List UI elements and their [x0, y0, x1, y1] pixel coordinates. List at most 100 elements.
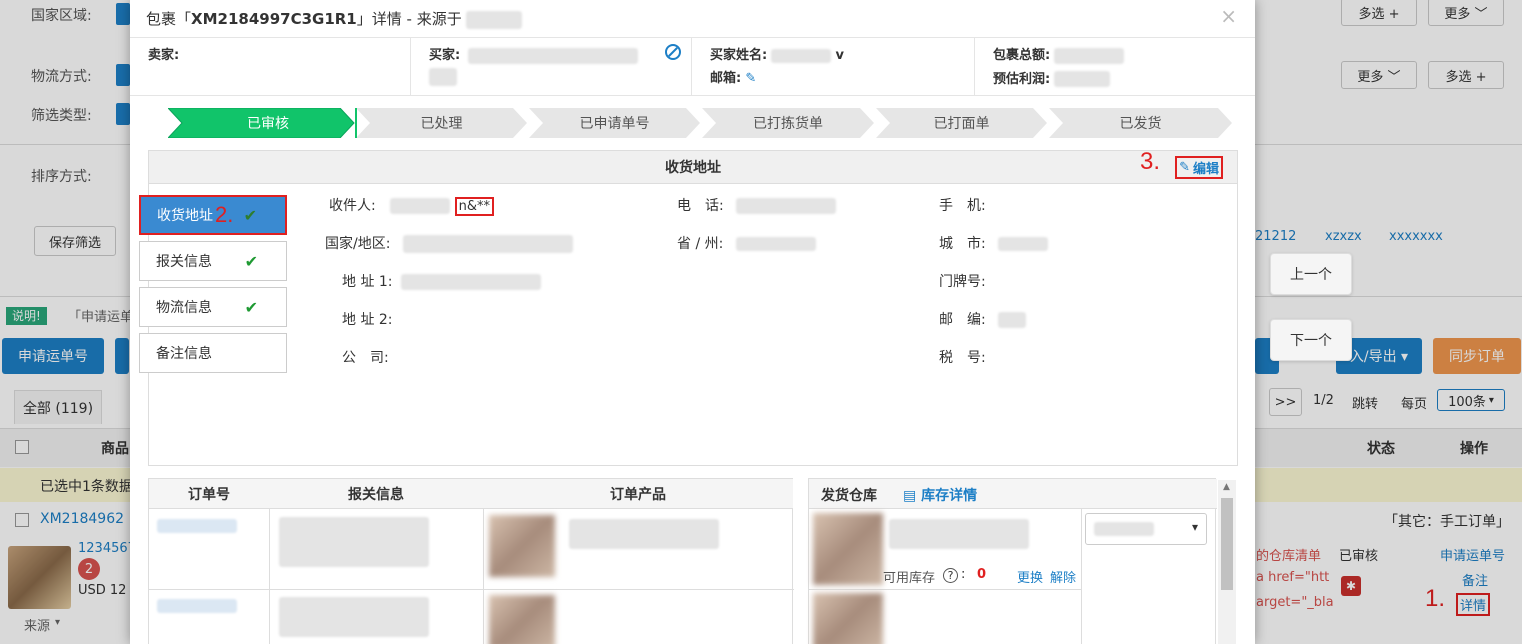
profit-label: 预估利润:	[993, 71, 1051, 87]
warehouse-product-image[interactable]	[813, 513, 883, 585]
annotation-2: 2.	[215, 202, 234, 227]
step-approved: 已审核	[247, 116, 289, 132]
prev-button[interactable]: 上一个	[1270, 253, 1352, 295]
side-tab-label: 备注信息	[156, 346, 212, 362]
address1-field: 地 址 1:	[342, 271, 541, 291]
side-tab-customs[interactable]: 报关信息 ✔	[139, 241, 287, 281]
city-label: 城 市:	[939, 236, 986, 252]
redacted-product	[569, 519, 719, 549]
redacted-customs	[279, 517, 429, 567]
province-field: 省 / 州:	[677, 233, 816, 253]
parcel-id: XM2184997C3G1R1	[191, 10, 357, 28]
warehouse-product-image[interactable]	[813, 593, 883, 644]
parcel-info-row: 卖家: 买家: 买家姓名: v 邮箱: ✎ 包裹总额: 预估利润:	[130, 38, 1255, 96]
orders-table: 订单号 报关信息 订单产品	[148, 478, 794, 644]
step-shipped: 已发货	[1119, 116, 1162, 132]
column-warehouse: 发货仓库	[821, 488, 877, 504]
buyer-cell: 买家:	[411, 38, 692, 95]
col-divider	[269, 509, 270, 644]
modal-title: 包裹「XM2184997C3G1R1」详情 - 来源于	[146, 8, 523, 29]
phone-label: 电 话:	[677, 198, 724, 214]
step-picklist-printed: 已打拣货单	[753, 116, 823, 132]
redacted-buyer	[468, 47, 639, 64]
stock-detail-link[interactable]: ▤ 库存详情	[903, 485, 977, 505]
column-order-id: 订单号	[149, 479, 269, 509]
redacted-warehouse-product	[889, 519, 1029, 549]
door-label: 门牌号:	[939, 274, 986, 290]
seller-label: 卖家:	[148, 48, 180, 63]
address-panel-header: 收货地址 ✎ 编辑	[149, 151, 1237, 184]
redacted-source	[466, 10, 523, 29]
step-waybill-applied: 已申请单号	[579, 116, 650, 132]
warehouse-table: 发货仓库 ▤ 库存详情 可用库存 ? : 0 更换 解除 ▾	[808, 478, 1217, 644]
title-suffix: 」详情 - 来源于	[356, 10, 462, 28]
unbind-link[interactable]: 解除	[1050, 567, 1076, 586]
side-tab-notes[interactable]: 备注信息	[139, 333, 287, 373]
col-divider	[1081, 509, 1082, 644]
close-icon[interactable]: ×	[1220, 4, 1237, 28]
scrollbar-track[interactable]: ▲	[1218, 480, 1236, 644]
buyer-name-tail: v	[835, 48, 844, 63]
city-field: 城 市:	[939, 233, 1049, 253]
zip-label: 邮 编:	[939, 312, 986, 328]
mobile-label: 手 机:	[939, 198, 986, 214]
buyer-label: 买家:	[429, 48, 461, 63]
redacted-total	[1054, 47, 1125, 64]
side-tab-label: 收货地址	[157, 208, 213, 224]
edit-icon[interactable]: ✎	[745, 71, 756, 86]
product-image[interactable]	[489, 595, 555, 644]
row-divider	[809, 589, 1081, 590]
country-label: 国家/地区:	[325, 236, 391, 252]
check-icon: ✔	[243, 205, 257, 225]
company-label: 公 司:	[342, 350, 389, 366]
buyer-name-label: 买家姓名:	[710, 48, 768, 63]
redacted-province	[735, 237, 816, 251]
address2-label: 地 址 2:	[342, 312, 393, 328]
question-icon[interactable]: ?	[943, 568, 958, 583]
chevron-down-icon: ▾	[1191, 520, 1198, 534]
column-order-product: 订单产品	[483, 479, 793, 509]
next-button[interactable]: 下一个	[1270, 319, 1352, 361]
edit-label: 编辑	[1192, 162, 1219, 177]
address1-label: 地 址 1:	[342, 274, 393, 290]
total-label: 包裹总额:	[993, 48, 1051, 63]
redacted-name	[771, 48, 832, 63]
modal-header: 包裹「XM2184997C3G1R1」详情 - 来源于 ×	[130, 0, 1255, 38]
stock-value: 0	[977, 567, 987, 582]
redacted-profit	[1054, 71, 1111, 87]
company-field: 公 司:	[342, 347, 389, 367]
document-icon: ▤	[903, 488, 917, 504]
address2-field: 地 址 2:	[342, 309, 393, 329]
scroll-up-icon[interactable]: ▲	[1223, 482, 1230, 492]
side-tab-shipping-address[interactable]: 收货地址 2. ✔	[139, 195, 287, 235]
warehouse-select[interactable]: ▾	[1085, 513, 1207, 545]
title-prefix: 包裹「	[146, 10, 192, 28]
redacted-phone	[736, 198, 837, 214]
scrollbar-thumb[interactable]	[1221, 498, 1233, 590]
step-label-printed: 已打面单	[933, 116, 990, 132]
recipient-value: n&**	[454, 197, 495, 216]
replace-link[interactable]: 更换	[1017, 567, 1043, 586]
redacted-country	[402, 235, 573, 253]
redacted-zip	[998, 312, 1027, 328]
detail-side-tabs: 收货地址 2. ✔ 报关信息 ✔ 物流信息 ✔ 备注信息	[139, 195, 287, 379]
country-field: 国家/地区:	[325, 233, 573, 253]
redacted-recipient	[390, 198, 451, 214]
tax-label: 税 号:	[939, 350, 986, 366]
redacted-customs	[279, 597, 429, 637]
edit-address-button[interactable]: ✎ 编辑	[1175, 156, 1223, 179]
side-tab-logistics[interactable]: 物流信息 ✔	[139, 287, 287, 327]
redacted-buyer-2	[429, 67, 457, 86]
total-cell: 包裹总额: 预估利润:	[975, 38, 1255, 95]
check-icon: ✔	[244, 297, 258, 317]
product-image[interactable]	[489, 515, 555, 577]
block-icon[interactable]	[665, 44, 681, 60]
redacted-order-id	[157, 599, 237, 613]
check-icon: ✔	[244, 251, 258, 271]
buyer-name-cell: 买家姓名: v 邮箱: ✎	[692, 38, 975, 95]
column-customs: 报关信息	[269, 479, 483, 509]
phone-field: 电 话:	[677, 195, 837, 215]
side-tab-label: 报关信息	[156, 254, 212, 270]
email-label: 邮箱:	[710, 71, 742, 86]
step-processed: 已处理	[420, 116, 463, 132]
